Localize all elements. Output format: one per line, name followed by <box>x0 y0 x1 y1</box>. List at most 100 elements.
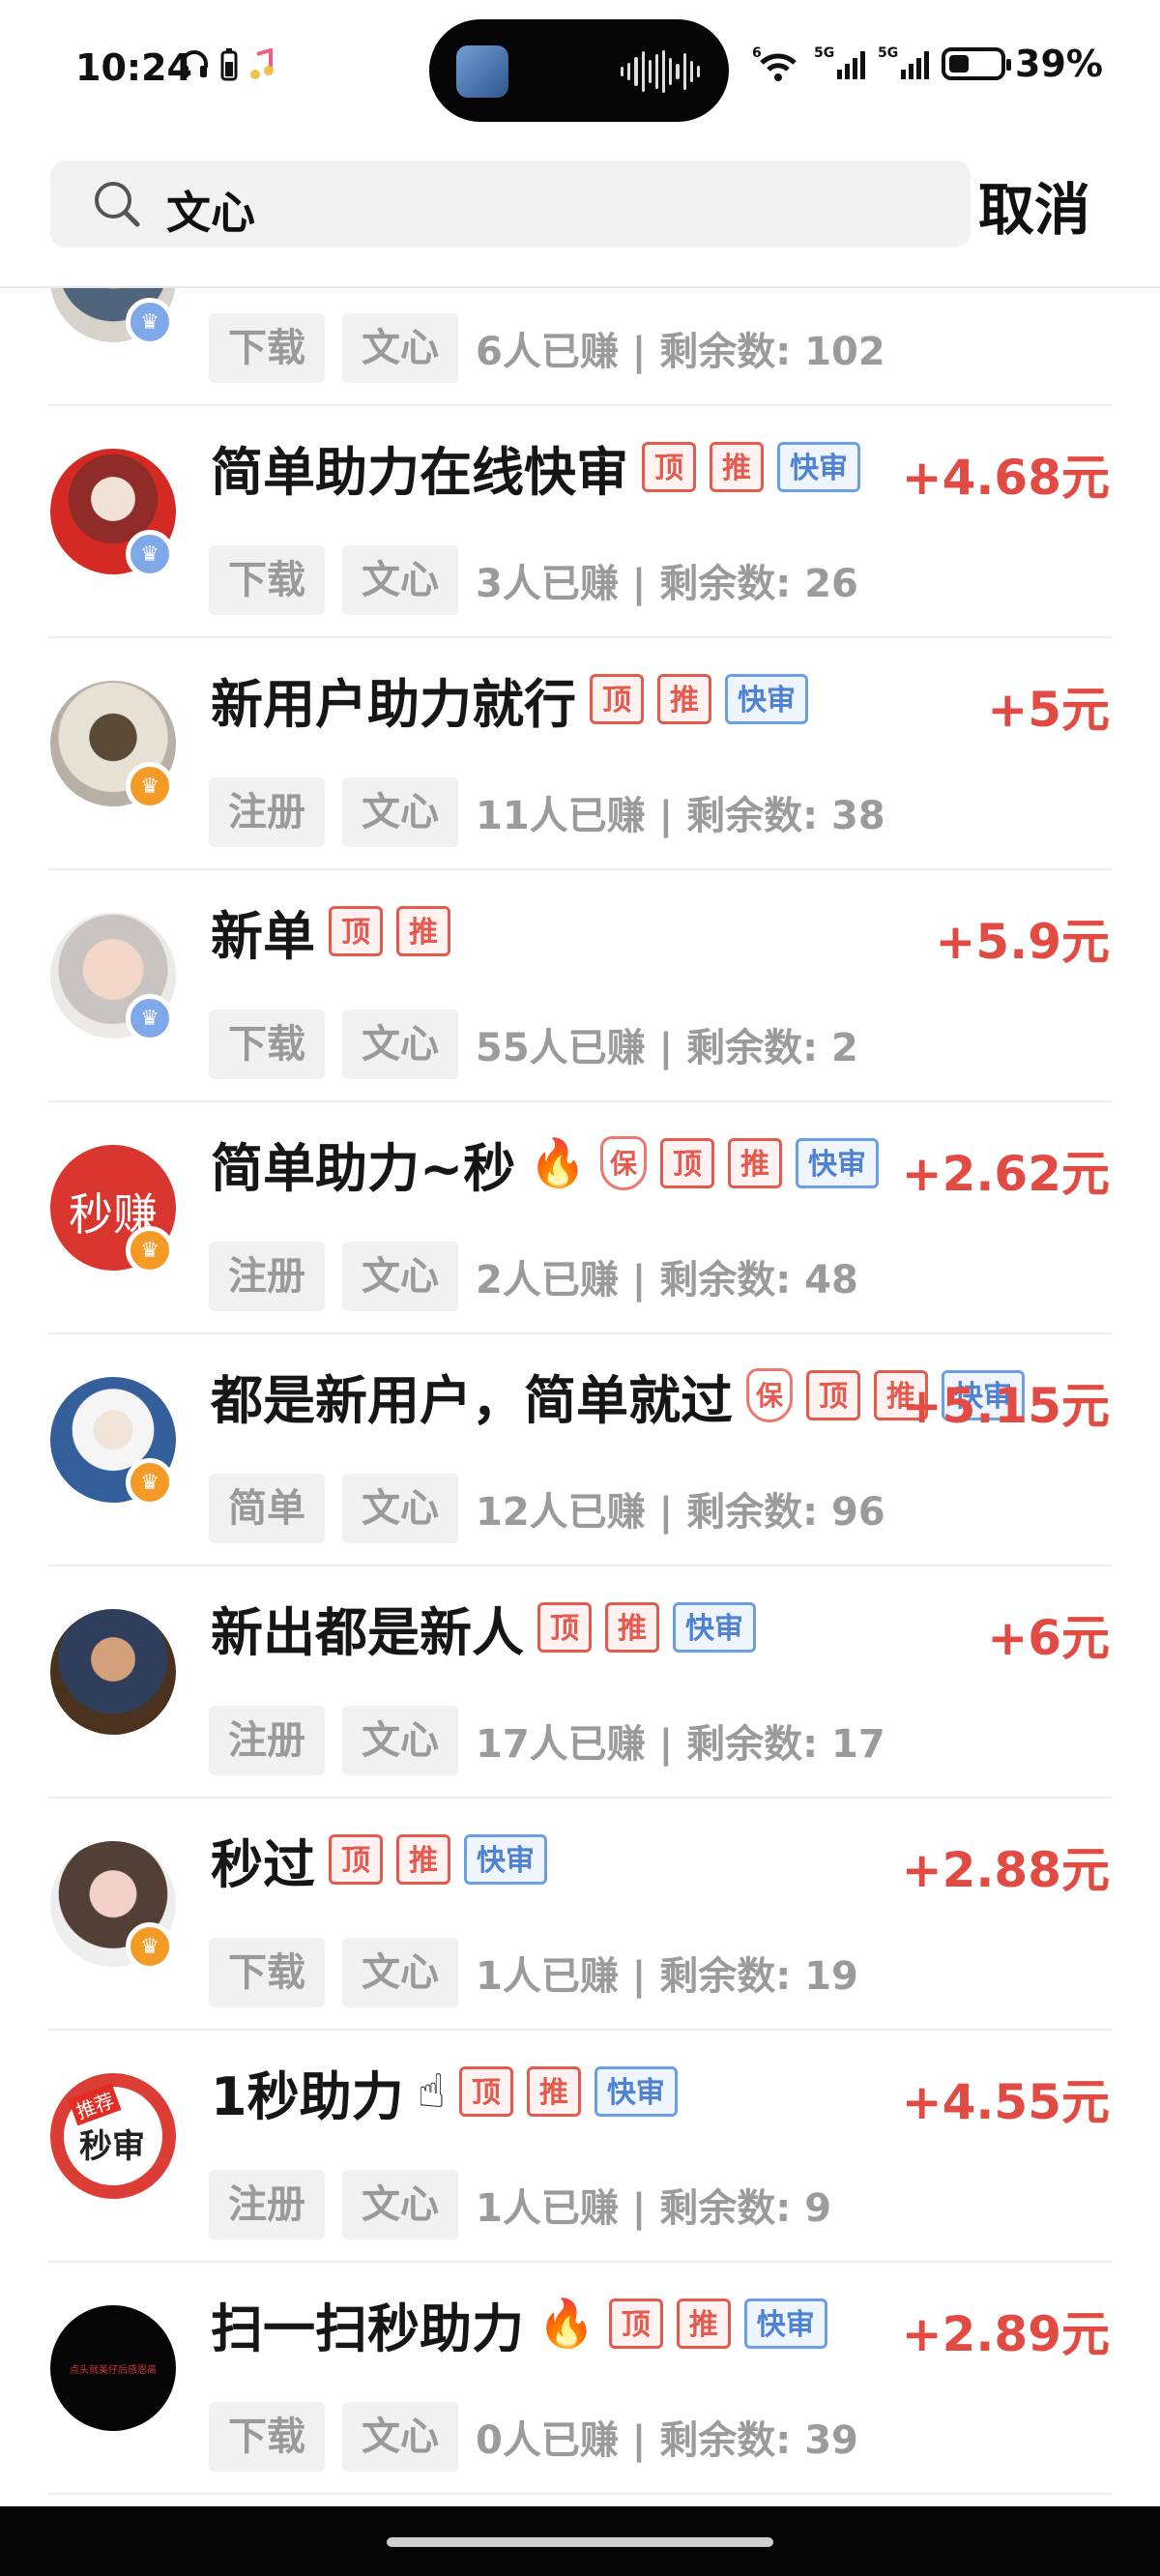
task-title-line[interactable]: 1秒助力 ☝ 顶推快审 <box>211 2054 678 2129</box>
headphones-icon <box>181 50 208 77</box>
cancel-button[interactable]: 取消 <box>978 164 1090 246</box>
reward-amount: +4.68元 <box>901 450 1110 506</box>
task-type-chip: 下载 <box>209 545 325 615</box>
task-title[interactable]: 秒过 <box>211 1822 315 1898</box>
task-stats: 1人已赚 | 剩余数: 19 <box>476 1954 858 1999</box>
top-tag: 顶 <box>660 1138 715 1188</box>
crown-badge-icon: ♛ <box>126 1226 174 1274</box>
task-emoji-icon: ☝ <box>417 2064 446 2119</box>
search-bar[interactable]: 文心 <box>50 161 971 248</box>
recommend-tag: 推 <box>657 674 711 724</box>
crown-badge-icon: ♛ <box>126 762 174 810</box>
keyword-chip: 文心 <box>342 1706 458 1775</box>
task-type-chip: 注册 <box>209 2170 325 2239</box>
fast-review-tag: 快审 <box>594 2066 678 2117</box>
battery-percent: 39% <box>1015 43 1103 85</box>
task-type-chip: 下载 <box>209 313 325 383</box>
fast-review-tag: 快审 <box>743 2298 827 2349</box>
task-title-line[interactable]: 新出都是新人顶推快审 <box>211 1590 756 1665</box>
guarantee-shield-icon: 保 <box>600 1136 648 1190</box>
top-tag: 顶 <box>329 906 383 956</box>
status-right: 6 5G 5G 39% <box>752 43 1103 85</box>
task-list[interactable]: ♛¥下载文心6人已赚 | 剩余数: 102♛简单助力在线快审顶推快审+4.68元… <box>0 288 1160 2506</box>
recommend-tag: 推 <box>526 2066 581 2117</box>
top-tag: 顶 <box>458 2066 513 2117</box>
task-title-line[interactable]: 扫一扫秒助力 🔥 顶推快审 <box>211 2286 827 2361</box>
crown-badge-icon: ♛ <box>126 994 174 1042</box>
task-row[interactable]: ♛ 都是新用户，简单就过保顶推快审 +5.15元 简单 文心 12人已赚 | 剩余数: 9… <box>0 1334 1160 1566</box>
crown-badge-icon: ♛ <box>126 1458 174 1507</box>
keyword-chip: 文心 <box>342 1938 458 2007</box>
task-row[interactable]: ♛¥下载文心6人已赚 | 剩余数: 102 <box>0 288 1160 406</box>
task-meta: 注册 文心 17人已赚 | 剩余数: 17 <box>209 1706 885 1775</box>
task-meta: 注册 文心 1人已赚 | 剩余数: 9 <box>209 2170 831 2239</box>
task-title[interactable]: 简单助力在线快审 <box>211 429 628 506</box>
task-row[interactable]: ♛ 新单顶推 +5.9元 下载 文心 55人已赚 | 剩余数: 2 <box>0 870 1160 1102</box>
task-title[interactable]: 新单 <box>211 893 315 970</box>
task-row[interactable]: ♛ 新用户助力就行顶推快审 +5元 注册 文心 11人已赚 | 剩余数: 38 <box>0 638 1160 870</box>
keyword-chip: 文心 <box>342 1474 458 1543</box>
task-title[interactable]: 新出都是新人 <box>211 1590 524 1666</box>
reward-amount: +6元 <box>987 1610 1110 1666</box>
svg-text:5G: 5G <box>814 45 834 61</box>
fast-review-tag: 快审 <box>673 1602 756 1653</box>
crown-badge-icon: ♛ <box>126 1922 174 1971</box>
search-input[interactable]: 文心 <box>166 178 255 242</box>
fast-review-tag: 快审 <box>725 674 808 724</box>
task-emoji-icon: 🔥 <box>537 2297 595 2351</box>
fast-review-tag: 快审 <box>796 1138 880 1188</box>
task-title[interactable]: 新用户助力就行 <box>211 661 576 738</box>
keyword-chip: 文心 <box>342 313 458 383</box>
reward-amount: +2.62元 <box>901 1146 1110 1202</box>
reward-amount: +2.88元 <box>901 1842 1110 1898</box>
task-stats: 1人已赚 | 剩余数: 9 <box>476 2186 832 2231</box>
top-tag: 顶 <box>642 442 696 492</box>
reward-amount: +2.89元 <box>901 2306 1110 2362</box>
home-indicator[interactable] <box>387 2537 773 2547</box>
task-row[interactable]: ♛ 简单助力在线快审顶推快审 +4.68元 下载 文心 3人已赚 | 剩余数: 26 <box>0 406 1160 638</box>
keyword-chip: 文心 <box>342 1010 458 1079</box>
search-icon <box>95 182 140 227</box>
task-meta: 下载 文心 1人已赚 | 剩余数: 19 <box>209 1938 858 2007</box>
task-title[interactable]: 扫一扫秒助力 <box>211 2286 524 2362</box>
game-app-icon <box>456 45 508 98</box>
signal-icon-1: 5G <box>814 45 865 79</box>
top-tag: 顶 <box>537 1602 592 1653</box>
reward-amount: +4.55元 <box>901 2074 1110 2130</box>
recommend-tag: 推 <box>710 442 764 492</box>
audio-wave-icon <box>621 50 701 93</box>
task-title-line[interactable]: 简单助力在线快审顶推快审 <box>211 429 860 505</box>
recommend-tag: 推 <box>396 1834 450 1885</box>
task-row[interactable]: ♛ 秒过顶推快审 +2.88元 下载 文心 1人已赚 | 剩余数: 19 <box>0 1799 1160 2031</box>
status-left-icons <box>178 48 276 81</box>
top-tag: 顶 <box>590 674 644 724</box>
task-type-chip: 下载 <box>209 2402 325 2472</box>
task-avatar: 推荐 秒审 <box>50 2073 176 2199</box>
task-row[interactable]: 秒赚 ♛ 简单助力~秒 🔥 保顶推快审 +2.62元 注册 文心 2人已赚 | 剩余数: 48 <box>0 1102 1160 1334</box>
task-stats: 0人已赚 | 剩余数: 39 <box>476 2418 858 2463</box>
task-row[interactable]: 新出都是新人顶推快审 +6元注册 文心 17人已赚 | 剩余数: 17 <box>0 1566 1160 1799</box>
status-bar: 10:24 6 5G 5G 39% <box>0 0 1160 140</box>
task-type-chip: 注册 <box>209 1242 325 1311</box>
task-title[interactable]: 都是新用户，简单就过 <box>211 1358 733 1434</box>
task-row[interactable]: 推荐 秒审 1秒助力 ☝ 顶推快审 +4.55元注册 文心 1人已赚 | 剩余数: 9 <box>0 2031 1160 2263</box>
task-title-line[interactable]: 简单助力~秒 🔥 保顶推快审 <box>211 1126 880 1202</box>
task-avatar: 点头就美仔后感恩高 <box>50 2305 176 2431</box>
task-title[interactable]: 简单助力~秒 <box>211 1126 515 1202</box>
task-title-line[interactable]: 秒过顶推快审 <box>211 1822 547 1897</box>
task-title-line[interactable]: 新单顶推 <box>211 893 450 969</box>
task-title[interactable]: 1秒助力 <box>211 2054 404 2130</box>
task-meta: 注册 文心 2人已赚 | 剩余数: 48 <box>209 1242 858 1311</box>
task-meta: 简单 文心 12人已赚 | 剩余数: 96 <box>209 1474 885 1543</box>
task-title-line[interactable]: 新用户助力就行顶推快审 <box>211 661 808 737</box>
keyword-chip: 文心 <box>342 2402 458 2472</box>
task-type-chip: 注册 <box>209 1706 325 1775</box>
crown-badge-icon: ♛ <box>126 530 174 578</box>
top-tag: 顶 <box>329 1834 383 1885</box>
task-stats: 55人已赚 | 剩余数: 2 <box>476 1026 858 1070</box>
fast-review-tag: 快审 <box>777 442 860 492</box>
task-row[interactable]: 点头就美仔后感恩高 扫一扫秒助力 🔥 顶推快审 +2.89元下载 文心 0人已赚 | 剩余数… <box>0 2263 1160 2495</box>
top-tag: 顶 <box>806 1370 860 1420</box>
task-type-chip: 注册 <box>209 777 325 847</box>
task-avatar <box>50 1609 176 1735</box>
